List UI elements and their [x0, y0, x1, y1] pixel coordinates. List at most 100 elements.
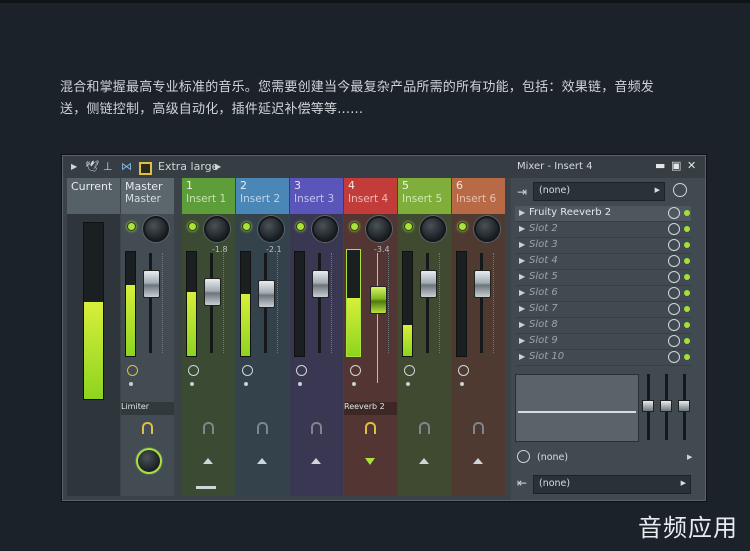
send-arrow-icon[interactable] — [311, 458, 321, 464]
mixer-strip-insert-4[interactable]: 4 Insert 4 -3.4 Reeverb 2 — [344, 178, 397, 496]
mixer-window: ▶ 🕊 ⊥ ⋈ Extra large ▶ Mixer - Insert 4 ▬… — [62, 155, 706, 501]
layout-icon[interactable] — [139, 162, 152, 175]
fx-slot-9[interactable]: ▶ Slot 9 — [515, 334, 691, 350]
record-dot[interactable] — [406, 382, 410, 386]
mixer-strip-insert-6[interactable]: 6 Insert 6 — [452, 178, 505, 496]
latency-clock-icon[interactable] — [673, 183, 687, 197]
fx-slot-3[interactable]: ▶ Slot 3 — [515, 238, 691, 254]
scroll-thumb[interactable] — [196, 486, 216, 489]
output-select[interactable]: (none) ▶ — [533, 475, 691, 494]
record-dot[interactable] — [298, 382, 302, 386]
volume-fader[interactable] — [420, 270, 437, 298]
mixer-strip-insert-3[interactable]: 3 Insert 3 — [290, 178, 343, 496]
mixer-strip-insert-2[interactable]: 2 Insert 2 -2.1 — [236, 178, 289, 496]
maximize-icon[interactable]: ▣ — [671, 159, 681, 172]
eq-band-2-fader[interactable] — [660, 400, 672, 412]
output-icon: ⇤ — [517, 476, 528, 490]
insert-panel-title: Mixer - Insert 4 — [517, 161, 593, 172]
route-icon[interactable] — [365, 422, 376, 434]
send-knob[interactable] — [136, 448, 162, 474]
volume-fader[interactable] — [143, 270, 160, 298]
fx-slot-5[interactable]: ▶ Slot 5 — [515, 270, 691, 286]
strip-number: 4 — [348, 179, 355, 192]
fx-slot-2[interactable]: ▶ Slot 2 — [515, 222, 691, 238]
volume-fader[interactable] — [312, 270, 329, 298]
clock-icon[interactable] — [350, 365, 361, 376]
send-arrow-icon[interactable] — [473, 458, 483, 464]
record-dot[interactable] — [244, 382, 248, 386]
volume-fader[interactable] — [474, 270, 491, 298]
strip-header: 5 Insert 5 — [398, 178, 451, 214]
record-dot[interactable] — [129, 382, 133, 386]
volume-fader[interactable] — [204, 278, 221, 306]
clock-icon[interactable] — [188, 365, 199, 376]
clock-icon[interactable] — [404, 365, 415, 376]
fader-track — [377, 253, 378, 383]
eq-graph[interactable] — [515, 374, 639, 442]
bird-icon[interactable]: 🕊 — [85, 160, 99, 173]
clock-icon[interactable] — [242, 365, 253, 376]
size-arrow-icon[interactable]: ▶ — [215, 162, 221, 171]
route-icon[interactable] — [142, 422, 153, 434]
pan-knob[interactable] — [143, 216, 169, 242]
mixer-strip-insert-1[interactable]: 1 Insert 1 -1.8 — [182, 178, 235, 496]
mute-led[interactable] — [127, 222, 136, 231]
input-select[interactable]: (none) ▶ — [533, 182, 665, 201]
pan-knob[interactable] — [258, 216, 284, 242]
record-dot[interactable] — [352, 382, 356, 386]
mute-led[interactable] — [242, 222, 251, 231]
send-arrow-icon[interactable] — [257, 458, 267, 464]
route-icon[interactable] — [473, 422, 484, 434]
route-icon[interactable] — [203, 422, 214, 434]
route-icon[interactable] — [257, 422, 268, 434]
clock-icon[interactable] — [127, 365, 138, 376]
split-view-icon[interactable]: ⋈ — [121, 160, 132, 173]
mute-led[interactable] — [350, 222, 359, 231]
pan-knob[interactable] — [312, 216, 338, 242]
send-arrow-icon[interactable] — [203, 458, 213, 464]
mute-led[interactable] — [458, 222, 467, 231]
eq-band-3-fader[interactable] — [678, 400, 690, 412]
mute-led[interactable] — [404, 222, 413, 231]
pan-knob[interactable] — [420, 216, 446, 242]
eq-band-1-fader[interactable] — [642, 400, 654, 412]
fx-slot-4[interactable]: ▶ Slot 4 — [515, 254, 691, 270]
pin-icon[interactable]: ⊥ — [103, 160, 113, 173]
mixer-strip-current[interactable]: Current — [67, 178, 120, 496]
fx-slot-1[interactable]: ▶ Fruity Reeverb 2 — [515, 206, 691, 222]
route-icon[interactable] — [419, 422, 430, 434]
pan-knob[interactable] — [204, 216, 230, 242]
clock-icon[interactable] — [458, 365, 469, 376]
menu-arrow-icon[interactable]: ▶ — [71, 162, 77, 171]
slot-enable-led[interactable] — [684, 210, 690, 216]
strip-header: Master Master — [121, 178, 174, 214]
level-meter — [402, 251, 413, 357]
record-dot[interactable] — [190, 382, 194, 386]
pan-knob[interactable] — [474, 216, 500, 242]
fx-slot-7[interactable]: ▶ Slot 7 — [515, 302, 691, 318]
mix-knob-icon[interactable] — [668, 207, 680, 219]
strip-name: Insert 5 — [402, 193, 443, 205]
record-dot[interactable] — [460, 382, 464, 386]
close-icon[interactable]: ✕ — [687, 159, 696, 172]
strip-header: 3 Insert 3 — [290, 178, 343, 214]
send-arrow-icon[interactable] — [419, 458, 429, 464]
route-icon[interactable] — [311, 422, 322, 434]
volume-fader[interactable] — [370, 286, 387, 314]
minimize-icon[interactable]: ▬ — [655, 159, 665, 172]
send-select[interactable]: (none) — [537, 452, 568, 463]
pan-knob[interactable] — [366, 216, 392, 242]
send-arrow-icon[interactable] — [365, 458, 375, 465]
fx-slot-8[interactable]: ▶ Slot 8 — [515, 318, 691, 334]
send-arrow-icon[interactable]: ▶ — [687, 453, 692, 461]
size-dropdown[interactable]: Extra large — [158, 160, 218, 173]
send-clock-icon[interactable] — [517, 450, 530, 463]
fx-slot-10[interactable]: ▶ Slot 10 — [515, 350, 691, 366]
volume-fader[interactable] — [258, 280, 275, 308]
mixer-strip-master[interactable]: Master Master Limiter — [121, 178, 174, 496]
mute-led[interactable] — [188, 222, 197, 231]
mute-led[interactable] — [296, 222, 305, 231]
clock-icon[interactable] — [296, 365, 307, 376]
mixer-strip-insert-5[interactable]: 5 Insert 5 — [398, 178, 451, 496]
fx-slot-6[interactable]: ▶ Slot 6 — [515, 286, 691, 302]
